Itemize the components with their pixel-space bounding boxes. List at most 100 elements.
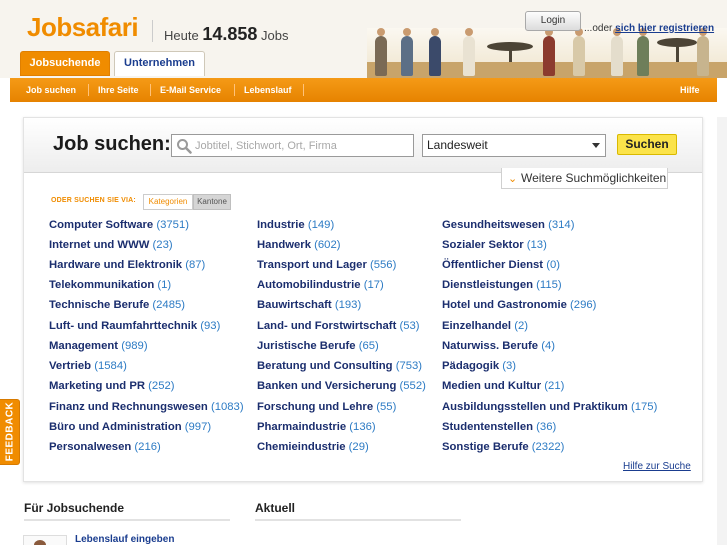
- category-name: Hardware und Elektronik: [49, 259, 183, 271]
- nav-item-ihre-seite[interactable]: Ihre Seite: [98, 78, 139, 102]
- category-name: Bauwirtschaft: [257, 299, 332, 311]
- category-name: Naturwiss. Berufe: [442, 340, 539, 352]
- tab-kategorien[interactable]: Kategorien: [143, 194, 193, 210]
- category-name: Industrie: [257, 219, 305, 231]
- header-safari-image: [367, 28, 727, 78]
- category-count: (1): [157, 279, 172, 291]
- category-link[interactable]: Gesundheitswesen (314): [442, 219, 574, 231]
- search-help-link[interactable]: Hilfe zur Suche: [623, 461, 691, 472]
- nav-separator: [234, 84, 235, 96]
- category-link[interactable]: Marketing und PR (252): [49, 380, 175, 392]
- category-link[interactable]: Naturwiss. Berufe (4): [442, 340, 555, 352]
- nav-item-hilfe[interactable]: Hilfe: [680, 78, 700, 102]
- more-options-label: Weitere Suchmöglichkeiten: [521, 171, 667, 185]
- category-link[interactable]: Bauwirtschaft (193): [257, 299, 361, 311]
- category-link[interactable]: Technische Berufe (2485): [49, 299, 185, 311]
- category-name: Management: [49, 340, 119, 352]
- category-link[interactable]: Einzelhandel (2): [442, 320, 528, 332]
- tab-unternehmen[interactable]: Unternehmen: [114, 51, 205, 76]
- category-link[interactable]: Pädagogik (3): [442, 360, 516, 372]
- nav-item-email-service[interactable]: E-Mail Service: [160, 78, 221, 102]
- nav-item-lebenslauf[interactable]: Lebenslauf: [244, 78, 292, 102]
- category-count: (753): [395, 360, 423, 372]
- category-count: (175): [630, 401, 658, 413]
- category-link[interactable]: Büro und Administration (997): [49, 421, 211, 433]
- category-name: Sonstige Berufe: [442, 441, 529, 453]
- category-link[interactable]: Juristische Berufe (65): [257, 340, 379, 352]
- category-link[interactable]: Computer Software (3751): [49, 219, 189, 231]
- category-link[interactable]: Hardware und Elektronik (87): [49, 259, 205, 271]
- lebenslauf-link[interactable]: Lebenslauf eingeben: [75, 534, 174, 545]
- category-link[interactable]: Internet und WWW (23): [49, 239, 173, 251]
- category-name: Juristische Berufe: [257, 340, 356, 352]
- category-count: (36): [536, 421, 557, 433]
- search-icon: [177, 139, 192, 154]
- category-name: Internet und WWW: [49, 239, 150, 251]
- tab-kantone[interactable]: Kantone: [193, 194, 231, 210]
- search-title: Job suchen:: [53, 133, 171, 155]
- category-link[interactable]: Öffentlicher Dienst (0): [442, 259, 560, 271]
- category-count: (997): [184, 421, 212, 433]
- category-name: Öffentlicher Dienst: [442, 259, 544, 271]
- category-name: Chemieindustrie: [257, 441, 346, 453]
- search-button[interactable]: Suchen: [617, 134, 677, 155]
- category-link[interactable]: Pharmaindustrie (136): [257, 421, 376, 433]
- category-name: Dienstleistungen: [442, 279, 534, 291]
- category-link[interactable]: Forschung und Lehre (55): [257, 401, 396, 413]
- category-name: Sozialer Sektor: [442, 239, 524, 251]
- category-link[interactable]: Telekommunikation (1): [49, 279, 171, 291]
- main-nav: Job suchen Ihre Seite E-Mail Service Leb…: [10, 78, 717, 102]
- heute-label: Heute: [164, 28, 199, 43]
- category-link[interactable]: Personalwesen (216): [49, 441, 161, 453]
- jobsafari-logo[interactable]: Jobsafari: [27, 12, 139, 43]
- login-button[interactable]: Login: [525, 11, 581, 31]
- category-count: (53): [399, 320, 420, 332]
- category-link[interactable]: Land- und Forstwirtschaft (53): [257, 320, 420, 332]
- category-link[interactable]: Banken und Versicherung (552): [257, 380, 426, 392]
- search-bar: Job suchen: Landesweit Suchen: [24, 118, 702, 173]
- page-scrollbar[interactable]: [717, 117, 727, 545]
- category-link[interactable]: Chemieindustrie (29): [257, 441, 369, 453]
- category-link[interactable]: Beratung und Consulting (753): [257, 360, 422, 372]
- section-title-jobsuchende: Für Jobsuchende: [24, 501, 125, 515]
- category-link[interactable]: Luft- und Raumfahrttechnik (93): [49, 320, 220, 332]
- tab-jobsuchende[interactable]: Jobsuchende: [20, 51, 110, 76]
- category-link[interactable]: Hotel und Gastronomie (296): [442, 299, 596, 311]
- feedback-tab[interactable]: FEEDBACK: [0, 399, 20, 465]
- category-link[interactable]: Handwerk (602): [257, 239, 341, 251]
- category-link[interactable]: Studentenstellen (36): [442, 421, 556, 433]
- search-input[interactable]: [195, 137, 409, 154]
- category-count: (65): [358, 340, 379, 352]
- category-name: Vertrieb: [49, 360, 92, 372]
- category-link[interactable]: Dienstleistungen (115): [442, 279, 562, 291]
- category-link[interactable]: Automobilindustrie (17): [257, 279, 384, 291]
- category-count: (55): [376, 401, 397, 413]
- jobs-label: Jobs: [261, 28, 289, 43]
- search-field[interactable]: [171, 134, 414, 157]
- more-options-toggle[interactable]: ⌄ Weitere Suchmöglichkeiten: [501, 168, 668, 189]
- nav-item-job-suchen[interactable]: Job suchen: [26, 78, 76, 102]
- category-name: Pharmaindustrie: [257, 421, 347, 433]
- category-link[interactable]: Industrie (149): [257, 219, 334, 231]
- category-link[interactable]: Sonstige Berufe (2322): [442, 441, 564, 453]
- category-name: Technische Berufe: [49, 299, 150, 311]
- category-link[interactable]: Management (989): [49, 340, 148, 352]
- category-link[interactable]: Ausbildungsstellen und Praktikum (175): [442, 401, 657, 413]
- nav-separator: [88, 84, 89, 96]
- location-select[interactable]: Landesweit: [422, 134, 606, 157]
- category-link[interactable]: Finanz und Rechnungswesen (1083): [49, 401, 244, 413]
- category-link[interactable]: Vertrieb (1584): [49, 360, 127, 372]
- category-count: (989): [121, 340, 148, 352]
- category-link[interactable]: Transport und Lager (556): [257, 259, 396, 271]
- feedback-label: FEEDBACK: [4, 401, 16, 462]
- category-link[interactable]: Medien und Kultur (21): [442, 380, 564, 392]
- category-count: (3751): [156, 219, 189, 231]
- location-select-value: Landesweit: [427, 138, 488, 152]
- category-count: (4): [541, 340, 556, 352]
- category-count: (17): [363, 279, 384, 291]
- category-count: (87): [185, 259, 206, 271]
- category-count: (602): [314, 239, 341, 251]
- category-link[interactable]: Sozialer Sektor (13): [442, 239, 547, 251]
- register-prefix: ...oder: [584, 23, 613, 34]
- register-link[interactable]: sich hier registrieren: [615, 23, 714, 34]
